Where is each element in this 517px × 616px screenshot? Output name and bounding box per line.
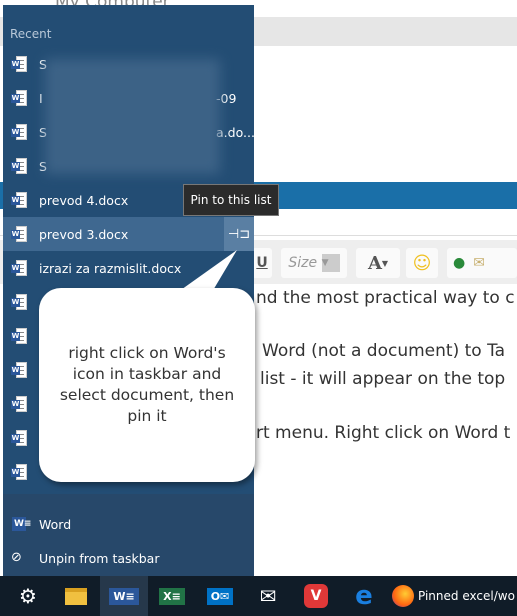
gear-icon[interactable]: ⚙ — [4, 576, 52, 616]
background-text: Word (not a document) to Ta — [262, 341, 506, 361]
word-document-icon: W — [11, 90, 27, 106]
underline-button[interactable]: U — [252, 248, 272, 278]
word-document-icon: W — [11, 192, 27, 208]
background-text: rt menu. Right click on Word t — [256, 423, 511, 443]
insert-buttons: ● ✉ — [447, 248, 517, 278]
outlook-icon[interactable]: O✉ — [196, 576, 244, 616]
font-color-label: A — [367, 252, 382, 274]
word-document-icon: W — [11, 260, 27, 276]
word-document-icon: W — [11, 226, 27, 242]
word-document-icon: W — [11, 124, 27, 140]
excel-icon[interactable]: X≡ — [148, 576, 196, 616]
background-text: list - it will appear on the top — [260, 369, 506, 389]
unpin-icon: ⊘ — [11, 550, 22, 565]
word-document-icon: W — [11, 158, 27, 174]
word-document-icon: W — [11, 362, 27, 378]
unpin-from-taskbar-item[interactable]: ⊘ Unpin from taskbar — [3, 541, 254, 575]
pin-icon[interactable]: ⊣⊐ — [224, 217, 254, 251]
font-color-button[interactable]: A ▼ — [356, 248, 400, 278]
chevron-down-icon: ▼ — [321, 254, 340, 272]
file-explorer-icon[interactable] — [52, 576, 100, 616]
word-icon: W≡ — [12, 517, 32, 531]
open-word-item[interactable]: W≡ Word — [3, 507, 254, 541]
size-select[interactable]: Size ▼ — [281, 248, 347, 278]
word-document-icon: W — [11, 328, 27, 344]
firefox-window-label[interactable]: Pinned excel/wo — [418, 589, 515, 603]
word-document-icon: W — [11, 396, 27, 412]
item-label-suffix: a.do... — [216, 124, 255, 140]
tooltip: Pin to this list — [183, 184, 279, 216]
edge-icon[interactable]: e — [340, 576, 388, 616]
item-label: Unpin from taskbar — [39, 550, 160, 566]
word-document-icon: W — [11, 464, 27, 480]
item-label: prevod 3.docx — [39, 226, 129, 242]
smiley-icon[interactable]: ☺ — [406, 248, 438, 278]
envelope-icon[interactable]: ✉ — [473, 255, 485, 271]
item-label: prevod 4.docx — [39, 192, 129, 208]
globe-icon[interactable]: ● — [453, 255, 465, 271]
mail-icon[interactable]: ✉ — [244, 576, 292, 616]
callout-bubble: right click on Word's icon in taskbar an… — [39, 288, 255, 482]
taskbar: ⚙ W≡ X≡ O✉ ✉ V e Pinned excel/wo — [0, 576, 517, 616]
word-document-icon: W — [11, 430, 27, 446]
jump-list-actions: W≡ Word ⊘ Unpin from taskbar — [3, 494, 254, 576]
size-label: Size — [288, 255, 318, 271]
callout-text: right click on Word's icon in taskbar an… — [59, 344, 235, 425]
firefox-icon[interactable] — [388, 576, 418, 616]
word-document-icon: W — [11, 56, 27, 72]
vivaldi-icon[interactable]: V — [292, 576, 340, 616]
blurred-region — [45, 59, 220, 174]
item-label: izrazi za razmislit.docx — [39, 260, 182, 276]
recent-item[interactable]: Wprevod 3.docx ⊣⊐ — [3, 217, 254, 251]
section-title-recent: Recent — [10, 27, 52, 41]
item-label: Word — [39, 516, 72, 532]
word-icon[interactable]: W≡ — [100, 576, 148, 616]
word-document-icon: W — [11, 294, 27, 310]
item-label: I — [39, 90, 43, 106]
background-text: nd the most practical way to c — [256, 288, 515, 308]
recent-item[interactable]: Wizrazi za razmislit.docx — [3, 251, 254, 285]
